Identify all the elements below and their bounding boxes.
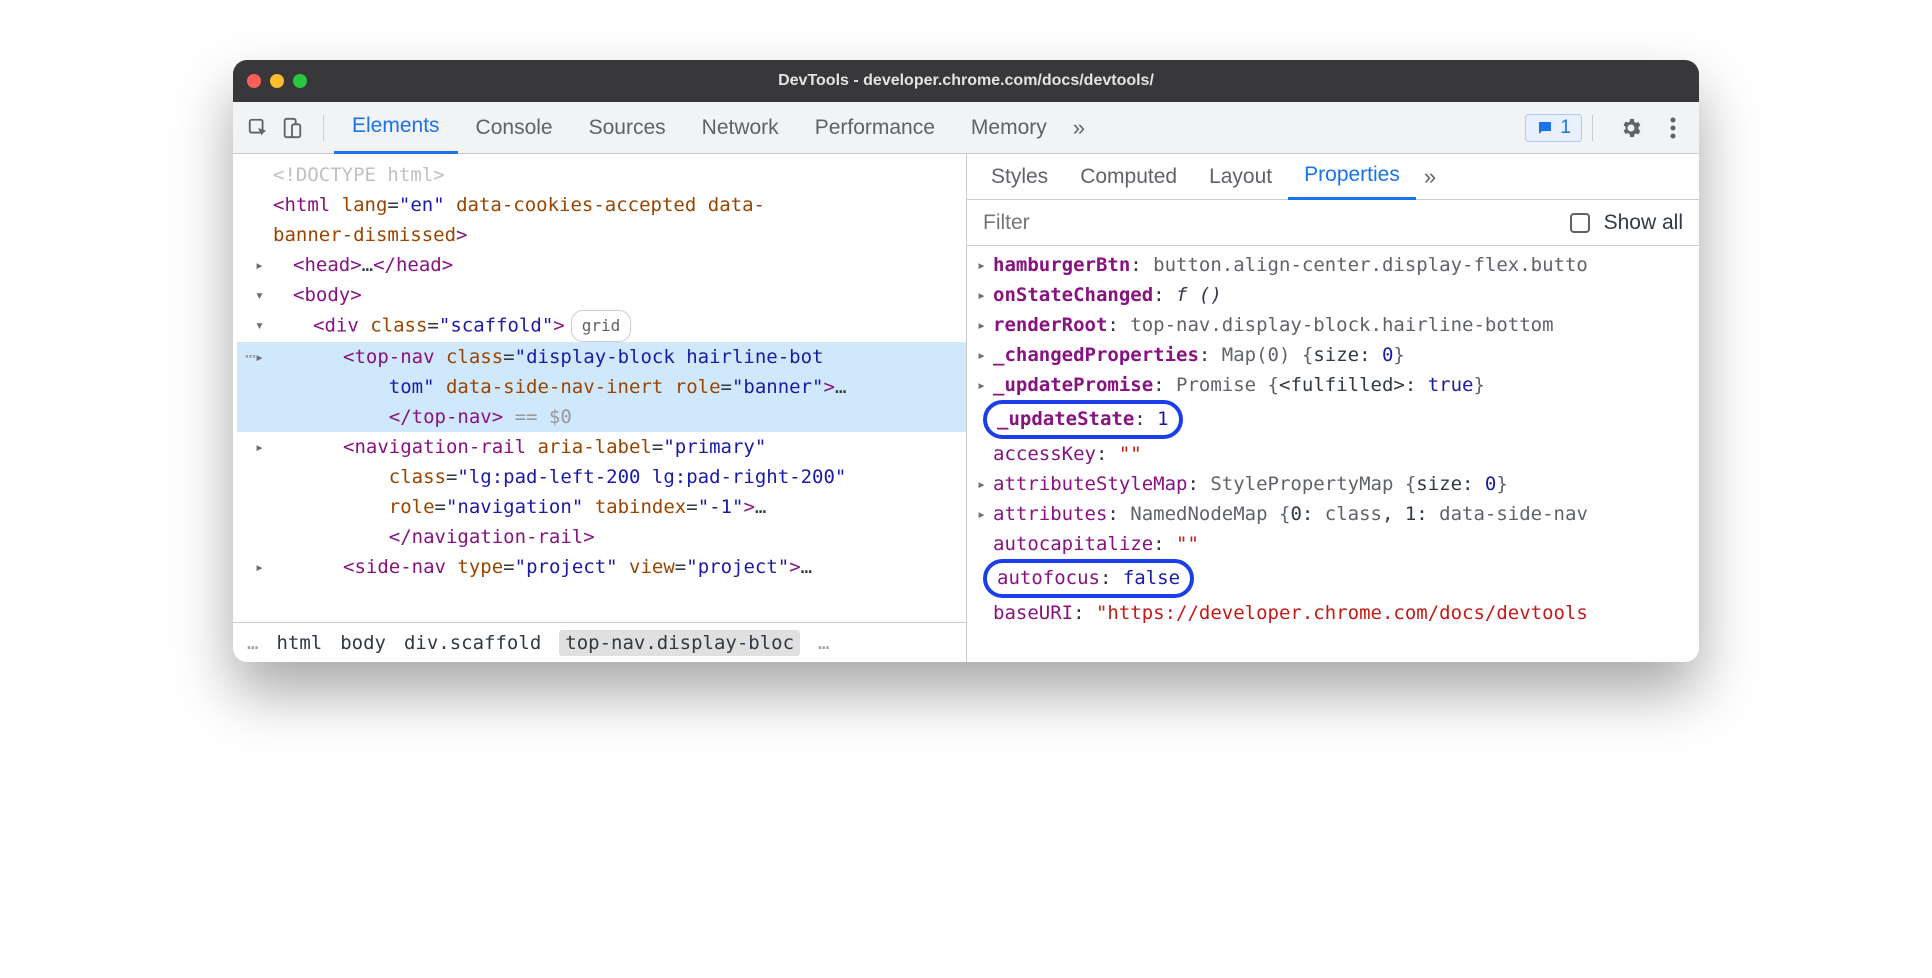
more-subtabs-icon[interactable]: » — [1424, 164, 1436, 190]
devtools-window: DevTools - developer.chrome.com/docs/dev… — [233, 60, 1699, 662]
dom-html[interactable]: <html lang="en" data-cookies-accepted da… — [237, 190, 966, 220]
subtab-layout[interactable]: Layout — [1193, 154, 1288, 200]
more-tabs-icon[interactable]: » — [1073, 115, 1085, 141]
tab-performance[interactable]: Performance — [797, 102, 953, 154]
message-count: 1 — [1560, 117, 1571, 139]
crumb-scaffold[interactable]: div.scaffold — [404, 632, 541, 654]
traffic-lights — [247, 74, 307, 88]
dom-head[interactable]: <head>…</head> — [237, 250, 966, 280]
dom-topnav-selected[interactable]: ⋯<top-nav class="display-block hairline-… — [237, 342, 966, 372]
settings-icon[interactable] — [1617, 116, 1645, 140]
property-row[interactable]: autocapitalize: "" — [975, 529, 1699, 559]
dom-side-nav[interactable]: <side-nav type="project" view="project">… — [237, 552, 966, 582]
tab-elements[interactable]: Elements — [334, 102, 458, 154]
properties-filter-bar: Show all — [967, 200, 1699, 246]
dom-tree[interactable]: <!DOCTYPE html> <html lang="en" data-coo… — [233, 154, 966, 622]
property-row[interactable]: renderRoot: top-nav.display-block.hairli… — [975, 310, 1699, 340]
separator — [323, 115, 324, 141]
crumb-topnav[interactable]: top-nav.display-bloc — [559, 630, 800, 656]
selection-marker: == $0 — [503, 406, 572, 428]
filter-input[interactable] — [983, 211, 1556, 235]
kebab-menu-icon[interactable] — [1659, 117, 1687, 139]
property-row[interactable]: _updateState: 1 — [975, 400, 1699, 439]
subtab-properties[interactable]: Properties — [1288, 154, 1416, 200]
tab-memory[interactable]: Memory — [953, 102, 1065, 154]
crumb-body[interactable]: body — [340, 632, 386, 654]
elements-panel: <!DOCTYPE html> <html lang="en" data-coo… — [233, 154, 966, 662]
window-title: DevTools - developer.chrome.com/docs/dev… — [778, 72, 1154, 90]
device-toggle-icon[interactable] — [279, 115, 305, 141]
messages-button[interactable]: 1 — [1525, 114, 1582, 142]
property-row[interactable]: _updatePromise: Promise {<fulfilled>: tr… — [975, 370, 1699, 400]
property-row[interactable]: baseURI: "https://developer.chrome.com/d… — [975, 598, 1699, 628]
tab-network[interactable]: Network — [684, 102, 797, 154]
tab-sources[interactable]: Sources — [571, 102, 684, 154]
properties-list[interactable]: hamburgerBtn: button.align-center.displa… — [967, 246, 1699, 662]
main-tabs: Elements Console Sources Network Perform… — [334, 102, 1065, 154]
separator — [1592, 115, 1593, 141]
crumb-more-right[interactable]: … — [818, 632, 829, 654]
property-row[interactable]: attributeStyleMap: StylePropertyMap {siz… — [975, 469, 1699, 499]
showall-checkbox[interactable] — [1570, 213, 1590, 233]
property-row[interactable]: accessKey: "" — [975, 439, 1699, 469]
breadcrumb[interactable]: … html body div.scaffold top-nav.display… — [233, 622, 966, 662]
property-row[interactable]: _changedProperties: Map(0) {size: 0} — [975, 340, 1699, 370]
sidebar-tabs: Styles Computed Layout Properties » — [967, 154, 1699, 200]
property-row[interactable]: hamburgerBtn: button.align-center.displa… — [975, 250, 1699, 280]
property-row[interactable]: attributes: NamedNodeMap {0: class, 1: d… — [975, 499, 1699, 529]
dom-navigation-rail[interactable]: <navigation-rail aria-label="primary" — [237, 432, 966, 462]
dom-body[interactable]: <body> — [237, 280, 966, 310]
property-row[interactable]: autofocus: false — [975, 559, 1699, 598]
crumb-more-left[interactable]: … — [247, 632, 258, 654]
subtab-styles[interactable]: Styles — [975, 154, 1064, 200]
showall-label: Show all — [1604, 211, 1683, 235]
dom-doctype[interactable]: <!DOCTYPE html> — [273, 164, 445, 186]
titlebar[interactable]: DevTools - developer.chrome.com/docs/dev… — [233, 60, 1699, 102]
dom-scaffold[interactable]: <div class="scaffold">grid — [237, 310, 966, 342]
close-icon[interactable] — [247, 74, 261, 88]
panels: <!DOCTYPE html> <html lang="en" data-coo… — [233, 154, 1699, 662]
crumb-html[interactable]: html — [276, 632, 322, 654]
minimize-icon[interactable] — [270, 74, 284, 88]
tab-console[interactable]: Console — [458, 102, 571, 154]
maximize-icon[interactable] — [293, 74, 307, 88]
main-toolbar: Elements Console Sources Network Perform… — [233, 102, 1699, 154]
property-row[interactable]: onStateChanged: f () — [975, 280, 1699, 310]
sidebar-panel: Styles Computed Layout Properties » Show… — [966, 154, 1699, 662]
gutter-ellipsis-icon[interactable]: ⋯ — [245, 342, 256, 372]
subtab-computed[interactable]: Computed — [1064, 154, 1193, 200]
layout-badge[interactable]: grid — [571, 310, 632, 342]
inspect-icon[interactable] — [245, 115, 271, 141]
